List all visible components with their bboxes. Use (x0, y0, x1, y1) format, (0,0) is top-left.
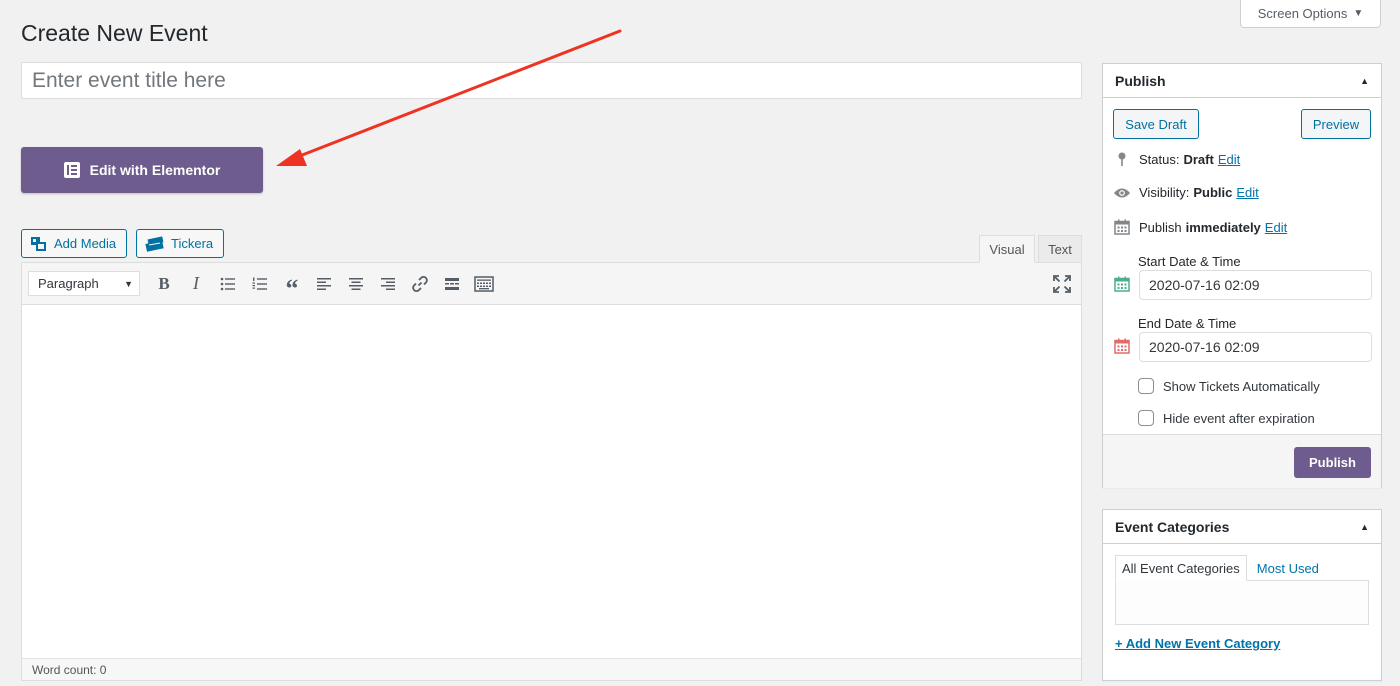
calendar-icon (1113, 219, 1131, 235)
hide-event-row: Hide event after expiration (1138, 410, 1315, 426)
start-date-label: Start Date & Time (1138, 254, 1241, 269)
end-calendar-icon (1114, 338, 1130, 357)
visibility-row: Visibility: Public Edit (1113, 185, 1259, 200)
align-center-icon[interactable] (340, 270, 372, 298)
bullet-list-icon[interactable] (212, 270, 244, 298)
tab-all-event-categories[interactable]: All Event Categories (1115, 555, 1247, 581)
editor-toolbar: Paragraph ▼ B I “ (22, 263, 1081, 305)
publish-metabox-header[interactable]: Publish ▲ (1103, 64, 1381, 98)
edit-visibility-link[interactable]: Edit (1236, 185, 1258, 200)
publish-actions: Publish (1103, 434, 1381, 488)
start-date-input[interactable] (1139, 270, 1372, 300)
format-select-value: Paragraph (38, 276, 99, 291)
status-label: Status: (1139, 151, 1180, 167)
show-tickets-row: Show Tickets Automatically (1138, 378, 1320, 394)
numbered-list-icon[interactable] (244, 270, 276, 298)
end-date-label: End Date & Time (1138, 316, 1237, 331)
publish-button[interactable]: Publish (1294, 447, 1371, 478)
content-editor: Paragraph ▼ B I “ Word count: 0 (21, 262, 1082, 681)
add-new-event-category-link[interactable]: + Add New Event Category (1115, 636, 1280, 651)
bold-icon[interactable]: B (148, 270, 180, 298)
event-categories-header[interactable]: Event Categories ▲ (1103, 510, 1381, 544)
save-draft-button[interactable]: Save Draft (1113, 109, 1199, 139)
collapse-arrow-icon[interactable]: ▲ (1360, 522, 1369, 532)
italic-icon[interactable]: I (180, 270, 212, 298)
screen-options-label: Screen Options (1257, 6, 1348, 21)
category-checklist[interactable] (1115, 580, 1369, 625)
page-title: Create New Event (21, 20, 208, 46)
caret-down-icon: ▼ (1353, 8, 1364, 19)
collapse-arrow-icon[interactable]: ▲ (1360, 76, 1369, 86)
toolbar-toggle-icon[interactable] (468, 270, 500, 298)
elementor-icon (63, 162, 80, 178)
visibility-label: Visibility: (1139, 185, 1190, 200)
tab-visual[interactable]: Visual (979, 235, 1035, 263)
align-left-icon[interactable] (308, 270, 340, 298)
add-media-label: Add Media (54, 236, 117, 251)
publish-metabox: Publish ▲ Save Draft Preview Status: Dra… (1102, 63, 1382, 488)
add-media-icon (31, 236, 46, 251)
start-calendar-icon (1114, 276, 1130, 295)
format-select[interactable]: Paragraph ▼ (28, 271, 140, 296)
category-tabs: All Event Categories Most Used (1115, 555, 1325, 581)
eye-icon (1113, 186, 1131, 200)
add-media-button[interactable]: Add Media (21, 229, 127, 258)
edit-with-elementor-button[interactable]: Edit with Elementor (21, 147, 263, 193)
caret-down-icon: ▼ (124, 278, 133, 289)
show-tickets-checkbox[interactable] (1138, 378, 1154, 394)
edit-publish-time-link[interactable]: Edit (1265, 220, 1287, 235)
pin-icon (1113, 151, 1131, 167)
tab-text[interactable]: Text (1038, 235, 1082, 263)
hide-event-checkbox[interactable] (1138, 410, 1154, 426)
status-value: Draft (1183, 151, 1214, 167)
editor-status-bar: Word count: 0 (22, 658, 1081, 680)
editor-content-area[interactable] (22, 305, 1081, 660)
link-icon[interactable] (404, 270, 436, 298)
status-row: Status: Draft Edit (1113, 151, 1240, 167)
publish-time-row: Publish immediately Edit (1113, 219, 1287, 235)
publish-time-value: immediately (1185, 219, 1261, 235)
preview-button[interactable]: Preview (1301, 109, 1371, 139)
align-right-icon[interactable] (372, 270, 404, 298)
annotation-arrow-icon (276, 29, 622, 166)
ticket-icon (145, 235, 164, 252)
publish-metabox-title: Publish (1115, 72, 1166, 89)
hide-event-label: Hide event after expiration (1163, 410, 1315, 426)
tickera-label: Tickera (171, 236, 214, 251)
blockquote-icon[interactable]: “ (276, 270, 308, 303)
edit-status-link[interactable]: Edit (1218, 152, 1240, 167)
publish-time-label: Publish (1139, 219, 1182, 235)
event-categories-title: Event Categories (1115, 518, 1230, 535)
tickera-button[interactable]: Tickera (136, 229, 224, 258)
read-more-icon[interactable] (436, 270, 468, 298)
edit-with-elementor-label: Edit with Elementor (89, 162, 221, 178)
end-date-input[interactable] (1139, 332, 1372, 362)
fullscreen-icon[interactable] (1053, 275, 1071, 296)
visibility-value: Public (1193, 185, 1233, 200)
show-tickets-label: Show Tickets Automatically (1163, 378, 1320, 394)
event-categories-metabox: Event Categories ▲ All Event Categories … (1102, 509, 1382, 681)
word-count: Word count: 0 (32, 662, 107, 677)
tab-most-used[interactable]: Most Used (1247, 555, 1325, 581)
screen-options-button[interactable]: Screen Options ▼ (1240, 0, 1381, 28)
